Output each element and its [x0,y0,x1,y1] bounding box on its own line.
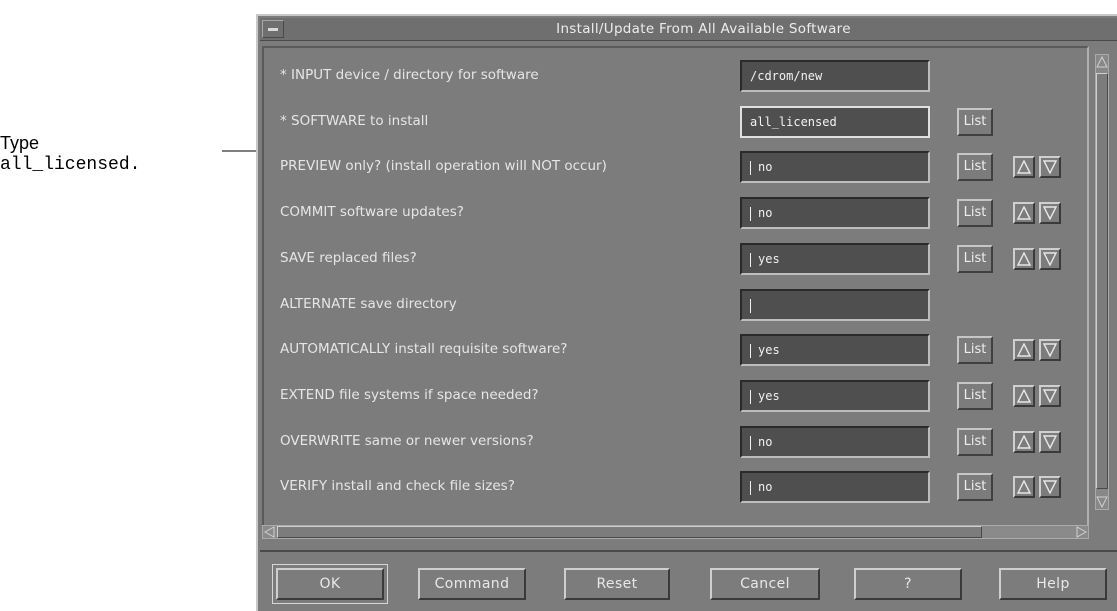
triangle-down-icon [1043,343,1057,357]
text-cursor-icon [750,343,757,358]
decrement-button[interactable] [1039,339,1061,361]
option-value: no [758,480,773,494]
increment-button[interactable] [1013,385,1035,407]
option-value: no [758,206,773,220]
triangle-up-icon [1017,435,1031,449]
option-value: all_licensed [750,115,837,129]
list-button[interactable]: List [957,199,993,227]
triangle-up-icon [1017,389,1031,403]
triangle-down-icon [1043,480,1057,494]
cancel-button[interactable]: Cancel [710,568,820,600]
option-value-field[interactable]: yes [740,334,930,366]
list-button[interactable]: List [957,336,993,364]
install-window: Install/Update From All Available Softwa… [256,14,1117,611]
scroll-down-icon[interactable] [1096,495,1108,509]
option-label: PREVIEW only? (install operation will NO… [280,158,607,174]
option-value-field[interactable]: /cdrom/new [740,60,930,92]
triangle-up-icon [1017,252,1031,266]
title-bar[interactable]: Install/Update From All Available Softwa… [260,18,1117,41]
text-cursor-icon [750,298,757,313]
increment-button[interactable] [1013,339,1035,361]
text-cursor-icon [750,435,757,450]
text-cursor-icon [750,160,757,175]
triangle-up-icon [1017,343,1031,357]
ok-button[interactable]: OK [272,564,388,604]
option-value: yes [758,389,780,403]
option-value: yes [758,252,780,266]
decrement-button[interactable] [1039,202,1061,224]
help-question-button[interactable]: ? [854,568,962,600]
option-label: * INPUT device / directory for software [280,67,539,83]
triangle-up-icon [1017,206,1031,220]
triangle-up-icon [1017,160,1031,174]
option-value-field[interactable]: yes [740,380,930,412]
text-cursor-icon [750,252,757,267]
triangle-up-icon [1017,480,1031,494]
option-value-field[interactable] [740,289,930,321]
option-label: OVERWRITE same or newer versions? [280,433,534,449]
text-cursor-icon [750,389,757,404]
list-button[interactable]: List [957,428,993,456]
option-value: no [758,160,773,174]
decrement-button[interactable] [1039,431,1061,453]
callout-line-1: Type [0,133,40,153]
option-value: no [758,435,773,449]
triangle-down-icon [1043,389,1057,403]
horizontal-scrollbar[interactable] [262,525,1089,539]
triangle-down-icon [1043,160,1057,174]
decrement-button[interactable] [1039,248,1061,270]
increment-button[interactable] [1013,431,1035,453]
option-label: * SOFTWARE to install [280,113,429,129]
option-value-field[interactable]: no [740,471,930,503]
vertical-scrollbar[interactable] [1095,54,1109,510]
instruction-callout: Type all_licensed. [0,132,210,176]
triangle-down-icon [1043,435,1057,449]
vertical-scroll-thumb[interactable] [1096,73,1108,489]
window-title: Install/Update From All Available Softwa… [556,21,851,37]
option-value-field[interactable]: no [740,151,930,183]
options-panel: * INPUT device / directory for software /… [262,46,1089,539]
option-value-field[interactable]: yes [740,243,930,275]
horizontal-scroll-thumb[interactable] [277,526,982,538]
option-label: EXTEND file systems if space needed? [280,387,539,403]
decrement-button[interactable] [1039,476,1061,498]
option-value: /cdrom/new [750,69,823,83]
button-bar: OK Command Reset Cancel ? Help [260,550,1117,611]
help-button[interactable]: Help [999,568,1107,600]
list-button[interactable]: List [957,245,993,273]
option-value: yes [758,343,780,357]
window-menu-icon[interactable] [262,20,284,38]
increment-button[interactable] [1013,156,1035,178]
scroll-up-icon[interactable] [1096,55,1108,69]
option-label: COMMIT software updates? [280,204,464,220]
scroll-right-icon[interactable] [1076,526,1088,538]
option-label: VERIFY install and check file sizes? [280,478,515,494]
option-value-field[interactable]: no [740,426,930,458]
callout-line-2: all_licensed. [0,155,141,175]
option-label: SAVE replaced files? [280,250,417,266]
triangle-down-icon [1043,252,1057,266]
option-label: AUTOMATICALLY install requisite software… [280,341,568,357]
increment-button[interactable] [1013,248,1035,270]
option-value-field[interactable]: all_licensed [740,106,930,138]
option-value-field[interactable]: no [740,197,930,229]
triangle-down-icon [1043,206,1057,220]
increment-button[interactable] [1013,202,1035,224]
decrement-button[interactable] [1039,385,1061,407]
list-button[interactable]: List [957,382,993,410]
list-button[interactable]: List [957,473,993,501]
scroll-left-icon[interactable] [263,526,275,538]
list-button[interactable]: List [957,108,993,136]
decrement-button[interactable] [1039,156,1061,178]
option-label: ALTERNATE save directory [280,296,457,312]
reset-button[interactable]: Reset [564,568,670,600]
text-cursor-icon [750,480,757,495]
text-cursor-icon [750,206,757,221]
increment-button[interactable] [1013,476,1035,498]
command-button[interactable]: Command [418,568,526,600]
list-button[interactable]: List [957,153,993,181]
